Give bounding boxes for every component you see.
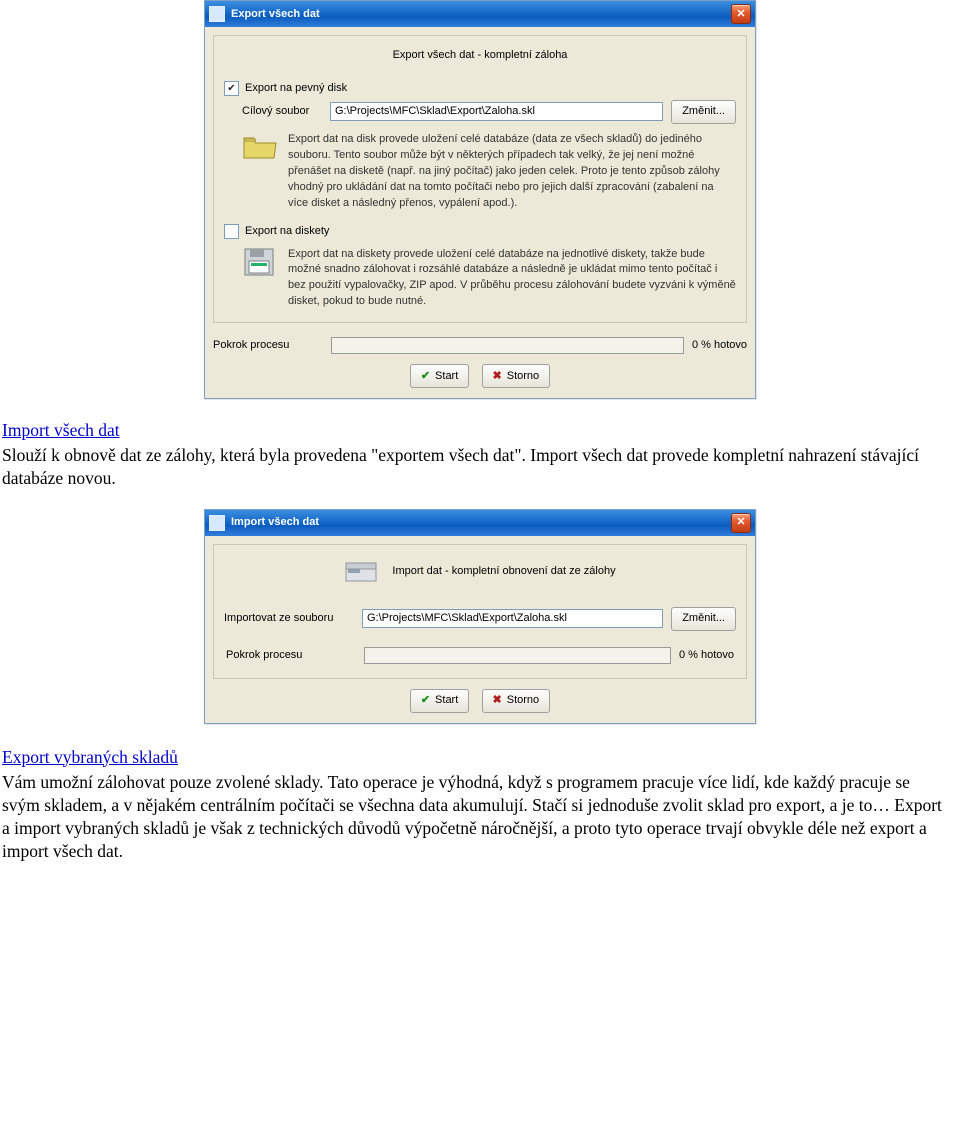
disk-desc: Export dat na disk provede uložení celé … xyxy=(288,132,736,212)
progress-label: Pokrok procesu xyxy=(213,338,323,353)
x-icon: ✖ xyxy=(493,369,502,384)
export-title: Export všech dat xyxy=(231,7,320,22)
cancel-button[interactable]: ✖Storno xyxy=(482,689,551,713)
from-file-input[interactable]: G:\Projects\MFC\Sklad\Export\Zaloha.skl xyxy=(362,609,663,628)
progress-label: Pokrok procesu xyxy=(226,648,356,663)
from-file-label: Importovat ze souboru xyxy=(224,611,354,626)
close-icon[interactable]: ✕ xyxy=(731,4,751,24)
close-icon[interactable]: ✕ xyxy=(731,513,751,533)
progress-bar xyxy=(364,647,671,664)
x-icon: ✖ xyxy=(493,693,502,708)
progress-bar xyxy=(331,337,684,354)
cancel-button[interactable]: ✖Storno xyxy=(482,364,551,388)
import-titlebar: Import všech dat ✕ xyxy=(205,510,755,536)
import-title: Import všech dat xyxy=(231,515,319,530)
export-disk-label: Export na pevný disk xyxy=(245,81,347,96)
export-titlebar: Export všech dat ✕ xyxy=(205,1,755,27)
import-para: Slouží k obnově dat ze zálohy, která byl… xyxy=(2,444,948,490)
target-file-label: Cílový soubor xyxy=(242,104,322,119)
start-button[interactable]: ✔Start xyxy=(410,689,469,713)
export-dialog: Export všech dat ✕ Export všech dat - ko… xyxy=(204,0,756,399)
export-heading: Export všech dat - kompletní záloha xyxy=(224,44,736,73)
app-icon xyxy=(209,6,225,22)
export-disk-checkbox[interactable]: ✔ xyxy=(224,81,239,96)
app-icon xyxy=(209,515,225,531)
drive-icon xyxy=(344,559,378,585)
check-icon: ✔ xyxy=(421,369,430,384)
import-link[interactable]: Import všech dat xyxy=(2,419,120,442)
progress-pct: 0 % hotovo xyxy=(679,648,734,663)
export-floppy-label: Export na diskety xyxy=(245,224,329,239)
start-button[interactable]: ✔Start xyxy=(410,364,469,388)
floppy-desc: Export dat na diskety provede uložení ce… xyxy=(288,247,736,311)
floppy-icon xyxy=(242,247,278,277)
target-file-input[interactable]: G:\Projects\MFC\Sklad\Export\Zaloha.skl xyxy=(330,102,663,121)
folder-icon xyxy=(242,132,278,162)
import-heading: Import dat - kompletní obnovení dat ze z… xyxy=(392,564,615,579)
export-selected-link[interactable]: Export vybraných skladů xyxy=(2,746,178,769)
export-floppy-checkbox[interactable] xyxy=(224,224,239,239)
check-icon: ✔ xyxy=(421,693,430,708)
export-selected-para: Vám umožní zálohovat pouze zvolené sklad… xyxy=(2,771,948,863)
import-dialog: Import všech dat ✕ Import dat - kompletn… xyxy=(204,509,756,724)
change-button[interactable]: Změnit... xyxy=(671,607,736,631)
change-button[interactable]: Změnit... xyxy=(671,100,736,124)
progress-pct: 0 % hotovo xyxy=(692,338,747,353)
